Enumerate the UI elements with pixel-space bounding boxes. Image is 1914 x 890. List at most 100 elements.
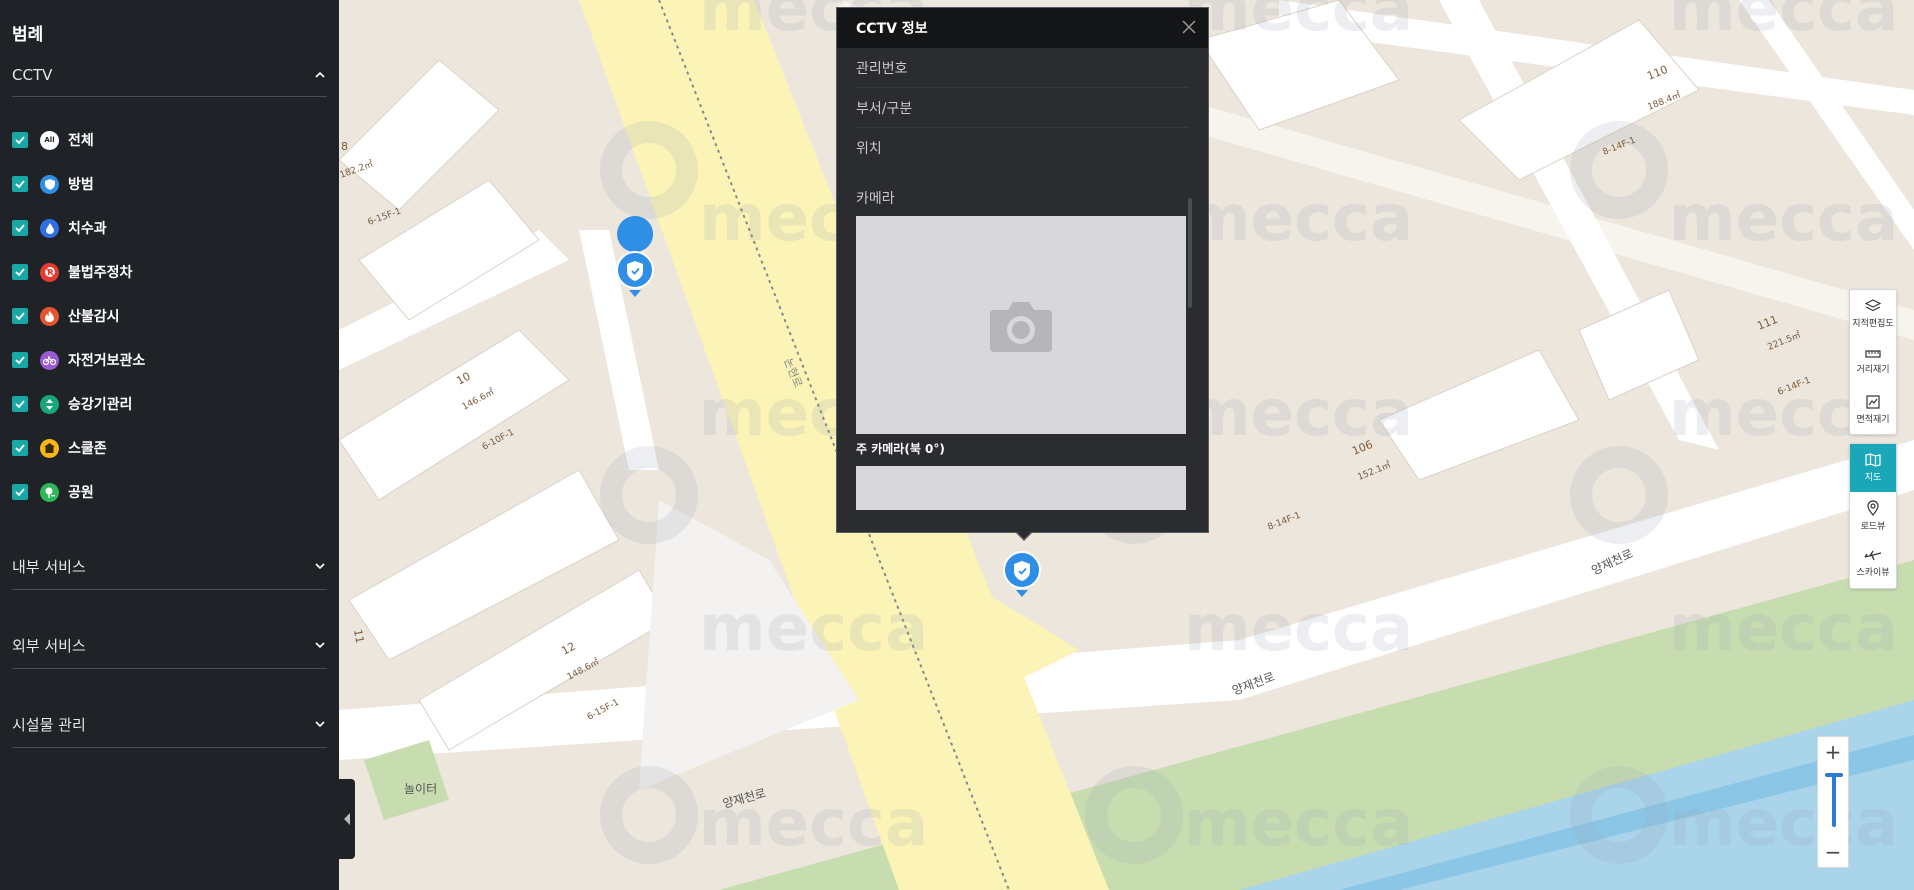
map-type-skyview[interactable]: 스카이뷰 bbox=[1850, 540, 1896, 588]
distance-tool[interactable]: 거리재기 bbox=[1850, 338, 1896, 386]
map-type-normal[interactable]: 지도 bbox=[1850, 444, 1896, 492]
legend-item-park[interactable]: 공원 bbox=[12, 470, 327, 514]
tool-label: 스카이뷰 bbox=[1856, 568, 1890, 578]
location-row: 위치 bbox=[856, 128, 1189, 168]
management-number-row: 관리번호 bbox=[856, 48, 1189, 88]
svg-text:mecca: mecca bbox=[1184, 787, 1413, 861]
svg-text:mecca: mecca bbox=[1669, 592, 1898, 666]
section-label: 내부 서비스 bbox=[12, 557, 86, 576]
ruler-icon bbox=[1865, 350, 1881, 358]
sidebar-collapse-button[interactable] bbox=[339, 779, 355, 859]
area-icon bbox=[1866, 395, 1880, 409]
checkbox[interactable] bbox=[12, 440, 28, 456]
internal-service-section-header[interactable]: 내부 서비스 bbox=[12, 543, 327, 590]
elevator-icon bbox=[40, 394, 59, 414]
svg-text:놀이터: 놀이터 bbox=[404, 782, 437, 796]
legend-title: 범례 bbox=[12, 25, 44, 45]
cctv-section-label: CCTV bbox=[12, 66, 53, 84]
legend-item-wildfire[interactable]: 산불감시 bbox=[12, 294, 327, 338]
no-parking-icon: P bbox=[40, 262, 59, 282]
legend-item-flood-control[interactable]: 치수과 bbox=[12, 206, 327, 250]
svg-text:mecca: mecca bbox=[699, 592, 928, 666]
legend-item-label: 불법주정차 bbox=[68, 265, 133, 281]
checkbox[interactable] bbox=[12, 176, 28, 192]
cadastral-map-tool[interactable]: 지적편집도 bbox=[1850, 290, 1896, 338]
svg-text:8: 8 bbox=[341, 140, 348, 153]
camera-image-placeholder[interactable] bbox=[856, 216, 1186, 434]
tool-label: 지도 bbox=[1864, 473, 1882, 483]
camera-section-label: 카메라 bbox=[856, 191, 895, 207]
section-label: 시설물 관리 bbox=[12, 715, 86, 734]
legend-item-label: 자전거보관소 bbox=[68, 353, 146, 369]
collapsed-sections: 내부 서비스 외부 서비스 시설물 관리 bbox=[12, 543, 327, 748]
legend-item-bike-storage[interactable]: 자전거보관소 bbox=[12, 338, 327, 382]
legend-item-elevator[interactable]: 승강기관리 bbox=[12, 382, 327, 426]
popup-pointer bbox=[1015, 531, 1033, 541]
tool-label: 로드뷰 bbox=[1860, 522, 1886, 532]
legend-item-school-zone[interactable]: 스쿨존 bbox=[12, 426, 327, 470]
map-type-toolbox: 지도 로드뷰 스카이뷰 bbox=[1849, 443, 1897, 589]
row-label: 부서/구분 bbox=[856, 100, 913, 117]
legend-item-label: 전체 bbox=[68, 133, 94, 149]
app-root: mecca mecca mecca mecca mecca mecca mecc… bbox=[0, 0, 1914, 890]
location-pin-icon bbox=[1867, 500, 1879, 516]
legend-item-label: 산불감시 bbox=[68, 309, 120, 325]
checkbox[interactable] bbox=[12, 352, 28, 368]
legend-item-all[interactable]: All 전체 bbox=[12, 118, 327, 162]
row-label: 관리번호 bbox=[856, 60, 908, 77]
row-label: 위치 bbox=[856, 141, 882, 157]
layers-icon bbox=[1865, 299, 1881, 312]
facility-management-section-header[interactable]: 시설물 관리 bbox=[12, 701, 327, 748]
chevron-down-icon bbox=[313, 559, 327, 573]
section-label: 외부 서비스 bbox=[12, 636, 86, 655]
popup-header: CCTV 정보 bbox=[837, 8, 1208, 48]
zoom-out-button[interactable]: − bbox=[1818, 837, 1848, 867]
checkbox[interactable] bbox=[12, 396, 28, 412]
checkbox[interactable] bbox=[12, 264, 28, 280]
external-service-section-header[interactable]: 외부 서비스 bbox=[12, 622, 327, 669]
checkbox[interactable] bbox=[12, 484, 28, 500]
shield-icon bbox=[40, 174, 59, 194]
cctv-section-header[interactable]: CCTV bbox=[12, 54, 327, 97]
close-icon[interactable] bbox=[1182, 19, 1196, 38]
legend-item-crime-prevention[interactable]: 방범 bbox=[12, 162, 327, 206]
all-icon: All bbox=[40, 130, 59, 150]
camera-image-placeholder-2[interactable] bbox=[856, 466, 1186, 510]
chevron-down-icon bbox=[313, 638, 327, 652]
svg-text:mecca: mecca bbox=[1669, 182, 1898, 256]
camera-icon bbox=[990, 302, 1052, 352]
zoom-slider-handle[interactable] bbox=[1825, 773, 1843, 777]
chevron-up-icon bbox=[313, 68, 327, 82]
legend-item-label: 스쿨존 bbox=[68, 441, 107, 457]
svg-text:mecca: mecca bbox=[1184, 377, 1413, 451]
map-type-roadview[interactable]: 로드뷰 bbox=[1850, 492, 1896, 540]
chevron-down-icon bbox=[313, 717, 327, 731]
measure-toolbox: 지적편집도 거리재기 면적재기 bbox=[1849, 289, 1897, 435]
legend-item-label: 치수과 bbox=[68, 221, 107, 237]
fire-icon bbox=[40, 306, 59, 326]
legend-item-label: 공원 bbox=[68, 485, 94, 501]
zoom-slider-track[interactable] bbox=[1832, 775, 1836, 827]
water-drop-icon bbox=[40, 218, 59, 238]
zoom-in-button[interactable]: + bbox=[1818, 737, 1848, 767]
checkbox[interactable] bbox=[12, 220, 28, 236]
school-icon bbox=[40, 438, 59, 458]
svg-text:mecca: mecca bbox=[1184, 0, 1413, 46]
park-icon bbox=[40, 482, 59, 502]
tool-label: 거리재기 bbox=[1856, 365, 1890, 375]
cctv-legend-list: All 전체 방범 치수과 P 불법주정차 산불감시 bbox=[12, 97, 327, 514]
popup-title: CCTV 정보 bbox=[856, 21, 928, 37]
svg-text:mecca: mecca bbox=[1669, 0, 1898, 46]
legend-sidebar: 범례 CCTV All 전체 방범 치수과 불법주정차 산불감시 자전거보관소 … bbox=[0, 0, 339, 890]
checkbox[interactable] bbox=[12, 132, 28, 148]
area-tool[interactable]: 면적재기 bbox=[1850, 386, 1896, 434]
bicycle-icon bbox=[40, 350, 59, 370]
legend-item-illegal-parking[interactable]: P 불법주정차 bbox=[12, 250, 327, 294]
checkbox[interactable] bbox=[12, 308, 28, 324]
legend-item-label: 승강기관리 bbox=[68, 397, 133, 413]
svg-text:mecca: mecca bbox=[1184, 182, 1413, 256]
zoom-control: + − bbox=[1817, 736, 1849, 868]
popup-scrollbar[interactable] bbox=[1188, 198, 1192, 308]
svg-text:mecca: mecca bbox=[1669, 787, 1898, 861]
cctv-info-popup: CCTV 정보 관리번호 부서/구분 위치 카메라 주 카메라(북 0°) bbox=[836, 7, 1209, 541]
